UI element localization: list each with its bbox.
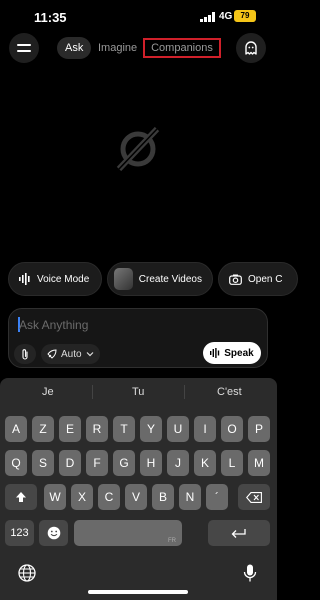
grok-logo (116, 126, 160, 172)
menu-icon (17, 44, 31, 52)
key-n[interactable]: N (179, 484, 201, 510)
model-mode-button[interactable]: Auto (41, 344, 100, 364)
suggestion-divider (184, 385, 185, 399)
key-j[interactable]: J (167, 450, 189, 476)
key-z[interactable]: Z (32, 416, 54, 442)
message-input-box[interactable]: Ask Anything Auto Speak (8, 308, 268, 368)
mic-icon[interactable] (243, 564, 257, 582)
backspace-key[interactable] (238, 484, 270, 510)
network-label: 4G (219, 11, 233, 22)
key-a[interactable]: A (5, 416, 27, 442)
key-x[interactable]: X (71, 484, 93, 510)
emoji-icon (47, 526, 60, 540)
shift-key[interactable] (5, 484, 37, 510)
keyboard-language-label: FR (168, 538, 176, 544)
attach-button[interactable] (14, 344, 36, 364)
waveform-icon (19, 273, 31, 285)
key-t[interactable]: T (113, 416, 135, 442)
chevron-down-icon (86, 352, 94, 357)
key-e[interactable]: E (59, 416, 81, 442)
status-bar: 11:35 4G 79 (0, 0, 277, 34)
key-r[interactable]: R (86, 416, 108, 442)
return-icon (231, 529, 246, 538)
key-q[interactable]: Q (5, 450, 27, 476)
suggestion-divider (92, 385, 93, 399)
voice-mode-label: Voice Mode (37, 273, 90, 285)
return-key[interactable] (208, 520, 270, 546)
paperclip-icon (22, 349, 28, 360)
emoji-key[interactable] (39, 520, 68, 546)
key-o[interactable]: O (221, 416, 243, 442)
voice-mode-chip[interactable]: Voice Mode (8, 262, 102, 296)
key-g[interactable]: G (113, 450, 135, 476)
key-d[interactable]: D (59, 450, 81, 476)
key-accent[interactable]: ´ (206, 484, 228, 510)
message-input-placeholder[interactable]: Ask Anything (19, 318, 88, 332)
key-i[interactable]: I (194, 416, 216, 442)
create-videos-label: Create Videos (138, 273, 202, 285)
key-l[interactable]: L (221, 450, 243, 476)
rocket-icon (47, 349, 57, 359)
key-h[interactable]: H (140, 450, 162, 476)
signal-icon (200, 12, 215, 22)
tab-imagine[interactable]: Imagine (98, 37, 137, 59)
key-f[interactable]: F (86, 450, 108, 476)
key-s[interactable]: S (32, 450, 54, 476)
tab-ask[interactable]: Ask (57, 37, 92, 59)
action-chips: Voice Mode Create Videos Open C (0, 262, 298, 296)
key-m[interactable]: M (248, 450, 270, 476)
suggestion-item[interactable]: Tu (132, 386, 144, 398)
keyboard-suggestions: Je Tu C'est (0, 378, 277, 406)
status-time: 11:35 (34, 10, 67, 25)
key-k[interactable]: K (194, 450, 216, 476)
open-camera-chip[interactable]: Open C (218, 262, 298, 296)
shift-icon (16, 492, 26, 502)
tab-companions[interactable]: Companions (143, 38, 221, 58)
ghost-icon (245, 41, 257, 55)
suggestion-item[interactable]: C'est (217, 386, 242, 398)
space-key[interactable]: FR (74, 520, 182, 546)
globe-icon[interactable] (18, 564, 36, 582)
speak-button[interactable]: Speak (203, 342, 261, 364)
key-u[interactable]: U (167, 416, 189, 442)
key-v[interactable]: V (125, 484, 147, 510)
numbers-key[interactable]: 123 (5, 520, 34, 546)
battery-indicator: 79 (234, 10, 256, 22)
private-chat-button[interactable] (236, 33, 266, 63)
open-camera-label: Open C (248, 273, 283, 285)
create-videos-chip[interactable]: Create Videos (107, 262, 213, 296)
speak-label: Speak (224, 347, 254, 359)
key-c[interactable]: C (98, 484, 120, 510)
key-b[interactable]: B (152, 484, 174, 510)
waveform-icon (210, 348, 220, 358)
model-mode-label: Auto (61, 348, 82, 360)
camera-icon (229, 274, 242, 285)
key-y[interactable]: Y (140, 416, 162, 442)
menu-button[interactable] (9, 33, 39, 63)
key-w[interactable]: W (44, 484, 66, 510)
video-thumbnail (114, 268, 133, 290)
home-indicator (88, 590, 188, 594)
key-p[interactable]: P (248, 416, 270, 442)
suggestion-item[interactable]: Je (42, 386, 54, 398)
keyboard: Je Tu C'est A Z E R T Y U I O P Q S D F … (0, 378, 277, 600)
header: Ask Imagine Companions (0, 33, 277, 63)
backspace-icon (245, 492, 262, 503)
